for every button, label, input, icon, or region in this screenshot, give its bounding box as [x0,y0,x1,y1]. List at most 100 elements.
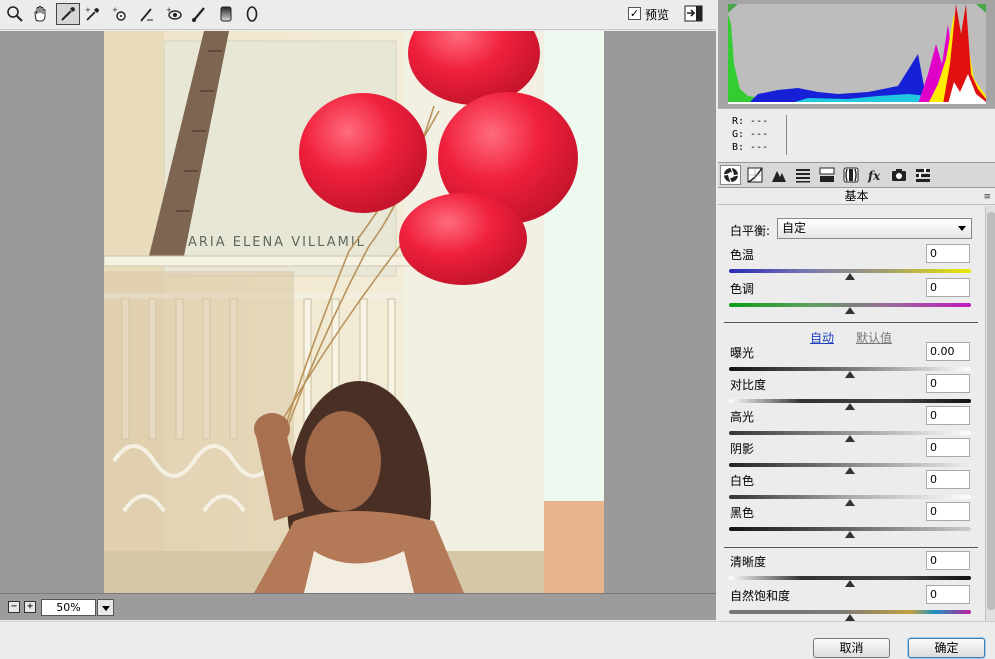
slider-10-thumb[interactable] [845,614,855,621]
readout-divider [786,115,787,155]
svg-text:+: + [166,6,172,14]
tab-detail[interactable] [768,165,789,185]
svg-text:fx: fx [867,169,881,183]
slider-10-label: 自然饱和度 [730,589,791,603]
zoom-tool[interactable] [3,3,27,25]
slider-7-thumb[interactable] [845,499,855,506]
fullscreen-button[interactable] [684,4,704,24]
tab-camera-calibration[interactable] [888,165,909,185]
eyedropper-icon [61,7,75,21]
basic-panel: 白平衡: 自定 自动 默认值 色温 0 色调 0 曝光 0.00 对比度 0 高光 0 阴影 0 白色 0… [718,206,995,621]
slider-3-label: 曝光 [730,346,755,360]
photo-preview[interactable]: ARIA ELENA VILLAMIL [104,31,604,593]
color-sampler-tool[interactable]: + [81,3,105,25]
default-link[interactable]: 默认值 [856,329,892,346]
slider-8-value-field[interactable]: 0 [926,502,970,521]
panel-scrollbar[interactable] [985,206,995,621]
red-eye-tool[interactable]: + [162,3,186,25]
section-divider [724,322,978,323]
camera-icon [891,169,906,181]
radial-filter-tool[interactable] [240,3,264,25]
tab-basic[interactable] [720,165,741,185]
white-balance-select[interactable]: 自定 [777,218,972,239]
zoom-dropdown-button[interactable] [97,599,114,616]
panel-menu-icon[interactable]: ≡ [983,189,991,205]
lens-icon [843,167,858,183]
panel-tabs: fx [718,162,995,188]
preview-label: 预览 [645,8,670,22]
magnifier-icon [7,6,23,22]
cancel-button[interactable]: 取消 [813,638,890,658]
histogram [718,0,995,108]
slider-6-thumb[interactable] [845,467,855,474]
slider-8-thumb[interactable] [845,531,855,538]
straighten-icon [140,8,153,22]
fullscreen-icon [684,5,703,22]
panel-scroll-thumb[interactable] [987,212,995,610]
slider-9-label: 清晰度 [730,555,767,569]
slider-5-value-field[interactable]: 0 [926,406,970,425]
hand-tool[interactable] [28,3,52,25]
slider-9-thumb[interactable] [845,580,855,587]
tab-lens-corrections[interactable] [840,165,861,185]
slider-9-value-field[interactable]: 0 [926,551,970,570]
slider-10-value-field[interactable]: 0 [926,585,970,604]
ok-button[interactable]: 确定 [908,638,985,658]
slider-5-label: 高光 [730,410,755,424]
slider-3-thumb[interactable] [845,371,855,378]
slider-6-value-field[interactable]: 0 [926,438,970,457]
zoom-bar: − + 50% [0,593,716,620]
zoom-in-button[interactable]: + [24,601,36,613]
targeted-adjustment-tool[interactable]: + [108,3,132,25]
slider-2-label: 色调 [730,282,755,296]
presets-icon [915,168,930,182]
slider-2-thumb[interactable] [845,307,855,314]
slider-1-value-field[interactable]: 0 [926,244,970,263]
slider-2-value-field[interactable]: 0 [926,278,970,297]
white-balance-label: 白平衡: [730,224,771,238]
slider-4-value-field[interactable]: 0 [926,374,970,393]
slider-5-thumb[interactable] [845,435,855,442]
zoom-out-button[interactable]: − [8,601,20,613]
hand-icon [34,6,46,22]
brush-icon [192,7,205,22]
balloon-left [299,93,427,213]
slider-1-thumb[interactable] [845,273,855,280]
target-adjust-icon: + [112,6,126,21]
slider-6-label: 阴影 [730,442,755,456]
white-balance-tool[interactable] [56,3,80,25]
slider-3-value-field[interactable]: 0.00 [926,342,970,361]
tone-curve-icon [747,167,763,183]
tab-hsl[interactable] [792,165,813,185]
slider-7-value-field[interactable]: 0 [926,470,970,489]
tab-split-toning[interactable] [816,165,837,185]
aperture-icon [723,167,738,183]
tab-tone-curve[interactable] [744,165,765,185]
rgb-readout: R: --- G: --- B: --- [718,108,995,162]
panel-header: 基本 ≡ [718,188,995,205]
slider-7-label: 白色 [730,474,755,488]
auto-link[interactable]: 自动 [810,329,834,346]
panel-title: 基本 [844,189,869,203]
sampler-icon: + [85,6,99,21]
zoom-level-field[interactable]: 50% [41,599,96,616]
toolbar: + + + ✓ 预览 [0,0,716,30]
tab-effects[interactable]: fx [864,165,885,185]
readout-r: R: --- [732,116,769,127]
detail-icon [771,171,786,182]
wall-sign-text: ARIA ELENA VILLAMIL [188,235,366,250]
preview-checkbox[interactable]: ✓ [628,7,641,20]
image-canvas[interactable]: ARIA ELENA VILLAMIL [0,31,716,593]
slider-4-label: 对比度 [730,378,767,392]
svg-text:+: + [112,6,118,14]
straighten-tool[interactable] [135,3,159,25]
hsl-icon [795,169,810,183]
brush-tool[interactable] [187,3,211,25]
readout-g: G: --- [732,129,769,140]
graduated-filter-tool[interactable] [214,3,238,25]
tab-presets[interactable] [912,165,933,185]
red-eye-icon: + [166,6,182,20]
readout-b: B: --- [732,142,769,153]
slider-4-thumb[interactable] [845,403,855,410]
slider-1-label: 色温 [730,248,755,262]
